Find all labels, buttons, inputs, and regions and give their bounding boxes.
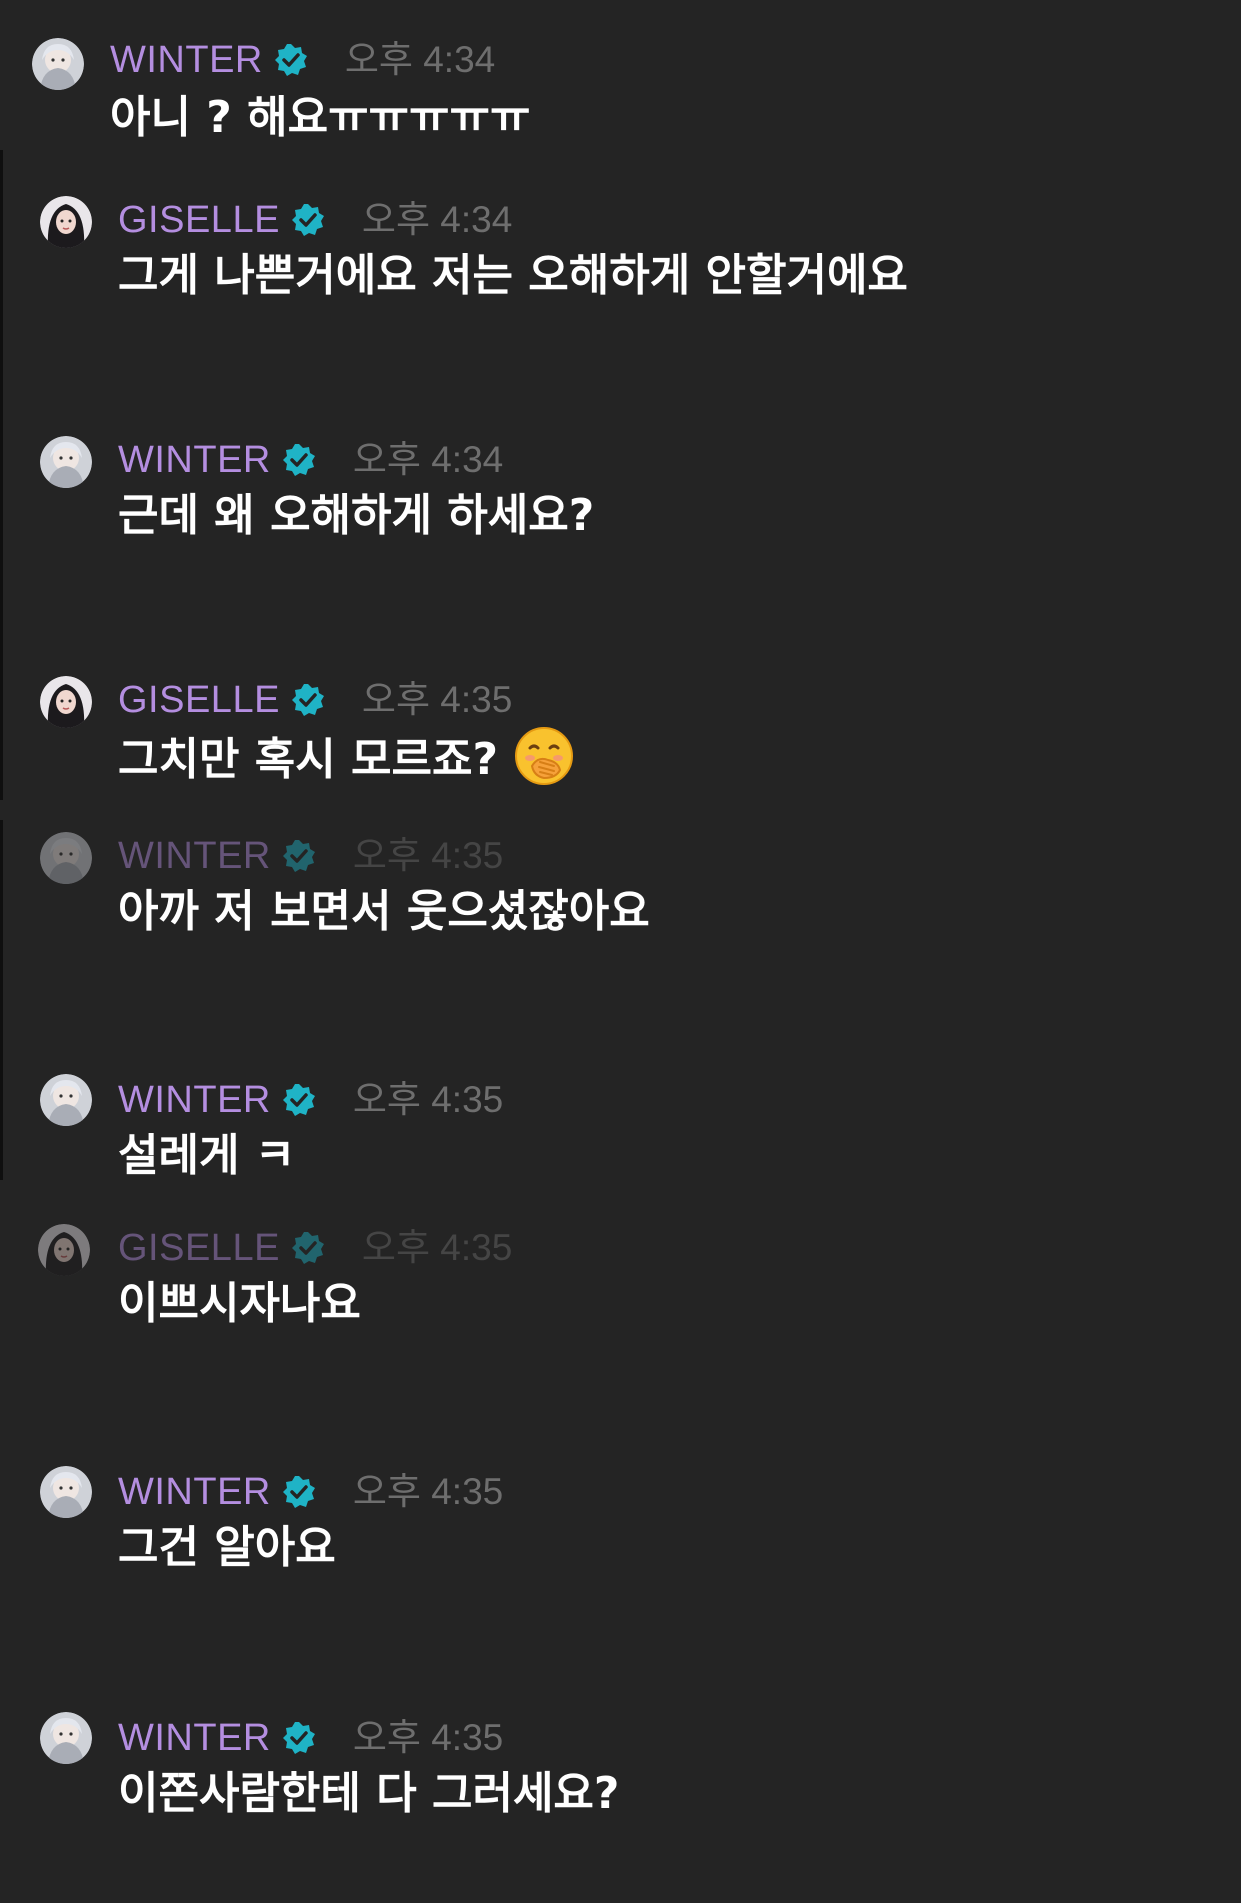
sender-name[interactable]: GISELLE xyxy=(118,198,280,242)
message-time: 오후 4:35 xyxy=(361,679,513,720)
message-header: GISELLE 오후 4:35 xyxy=(118,678,512,722)
avatar-winter[interactable] xyxy=(40,832,92,884)
sender-name[interactable]: WINTER xyxy=(118,834,271,878)
sender-name[interactable]: WINTER xyxy=(118,1078,271,1122)
avatar-winter[interactable] xyxy=(40,436,92,488)
avatar-giselle[interactable] xyxy=(40,196,92,248)
message-header: WINTER 오후 4:34 xyxy=(110,38,495,82)
sender-name[interactable]: WINTER xyxy=(118,1716,271,1760)
verified-badge-icon xyxy=(281,1720,317,1756)
sender-name[interactable]: WINTER xyxy=(110,38,263,82)
message-header: WINTER 오후 4:34 xyxy=(118,438,503,482)
message-time: 오후 4:34 xyxy=(344,39,496,80)
verified-badge-icon xyxy=(281,442,317,478)
message-time: 오후 4:35 xyxy=(352,1471,504,1512)
message-text: 아니 ? 해요ㅠㅠㅠㅠㅠ xyxy=(110,92,531,143)
message-time: 오후 4:35 xyxy=(352,835,504,876)
avatar-winter[interactable] xyxy=(40,1712,92,1764)
verified-badge-icon xyxy=(281,838,317,874)
avatar-winter[interactable] xyxy=(32,38,84,90)
message-time: 오후 4:35 xyxy=(352,1717,504,1758)
scroll-edge xyxy=(0,820,3,1180)
avatar-winter[interactable] xyxy=(40,1466,92,1518)
avatar-giselle[interactable] xyxy=(40,676,92,728)
message-text: 이쫀사람한테 다 그러세요? xyxy=(118,1768,620,1819)
verified-badge-icon xyxy=(281,1474,317,1510)
message-text: 그건 알아요 xyxy=(118,1522,336,1573)
sender-name[interactable]: GISELLE xyxy=(118,1226,280,1270)
message-text: 그게 나쁜거에요 저는 오해하게 안할거에요 xyxy=(118,250,908,301)
message-text: 근데 왜 오해하게 하세요? xyxy=(118,490,595,541)
message-time: 오후 4:34 xyxy=(361,199,513,240)
verified-badge-icon xyxy=(290,1230,326,1266)
avatar-giselle[interactable] xyxy=(38,1224,90,1276)
avatar-winter[interactable] xyxy=(40,1074,92,1126)
face-with-hand-over-mouth-emoji xyxy=(514,726,574,786)
message-header: GISELLE 오후 4:34 xyxy=(118,198,512,242)
chat-log: WINTER 오후 4:34 아니 ? 해요ㅠㅠㅠㅠㅠ GISELLE 오후 4… xyxy=(0,0,1241,1903)
verified-badge-icon xyxy=(290,682,326,718)
message-text: 아까 저 보면서 웃으셨잖아요 xyxy=(118,886,650,937)
verified-badge-icon xyxy=(281,1082,317,1118)
message-header: WINTER 오후 4:35 xyxy=(118,1470,503,1514)
sender-name[interactable]: WINTER xyxy=(118,438,271,482)
message-text: 그치만 혹시 모르죠? xyxy=(118,734,498,785)
message-header: WINTER 오후 4:35 xyxy=(118,834,503,878)
message-time: 오후 4:34 xyxy=(352,439,504,480)
message-time: 오후 4:35 xyxy=(361,1227,513,1268)
sender-name[interactable]: GISELLE xyxy=(118,678,280,722)
message-text-row: 그치만 혹시 모르죠? xyxy=(118,726,574,790)
message-header: GISELLE 오후 4:35 xyxy=(118,1226,512,1270)
sender-name[interactable]: WINTER xyxy=(118,1470,271,1514)
scroll-edge xyxy=(0,150,3,800)
verified-badge-icon xyxy=(290,202,326,238)
message-header: WINTER 오후 4:35 xyxy=(118,1716,503,1760)
message-text: 설레게 ㅋ xyxy=(118,1130,296,1181)
verified-badge-icon xyxy=(273,42,309,78)
message-time: 오후 4:35 xyxy=(352,1079,504,1120)
message-text: 이쁘시자나요 xyxy=(118,1278,361,1329)
message-header: WINTER 오후 4:35 xyxy=(118,1078,503,1122)
